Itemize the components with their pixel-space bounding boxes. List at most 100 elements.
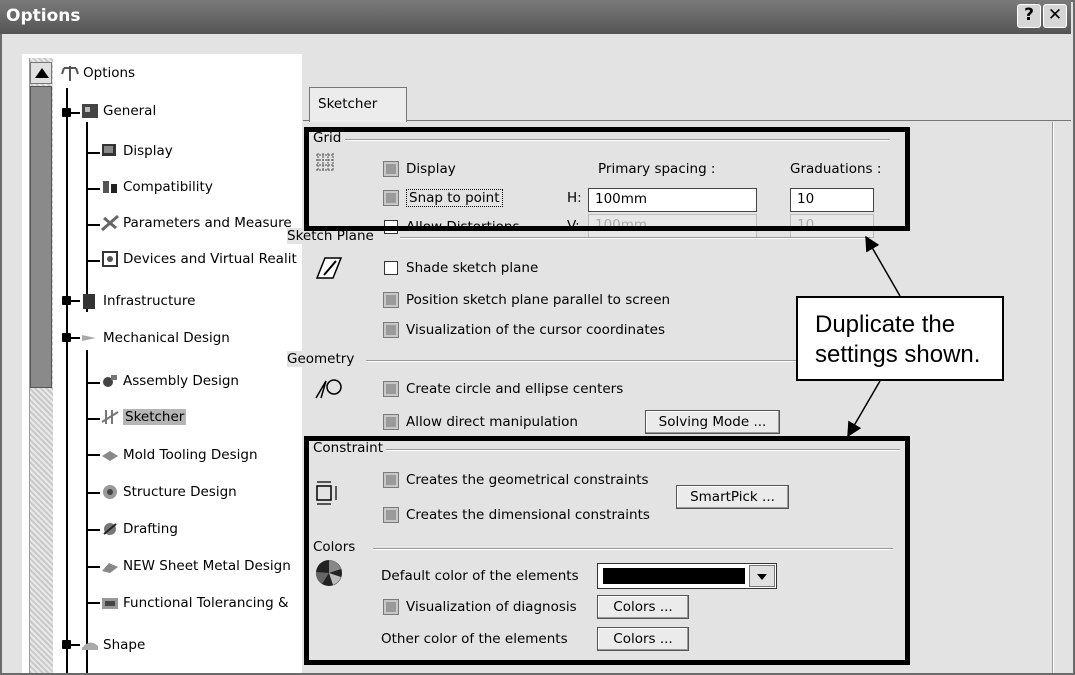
help-button[interactable]: ? xyxy=(1017,4,1041,28)
tree-view xyxy=(56,54,302,673)
sketch-plane-icon xyxy=(315,257,343,279)
tree-item-label: Compatibility xyxy=(123,179,213,195)
direct-manipulation-checkbox[interactable]: Allow direct manipulation xyxy=(383,414,578,430)
devices-icon xyxy=(102,251,118,267)
tree-item-drafting[interactable]: Drafting xyxy=(100,520,178,538)
tree-item-label: Mechanical Design xyxy=(103,330,230,346)
assembly-design-icon xyxy=(103,375,117,387)
tree-item-label: Shape xyxy=(103,637,146,653)
checkbox-box xyxy=(383,322,399,338)
tree-item-mold-tooling[interactable]: Mold Tooling Design xyxy=(100,446,258,464)
callout-note: Duplicate the settings shown. xyxy=(796,296,1004,381)
expand-general-icon[interactable] xyxy=(62,108,71,117)
tree-connector xyxy=(86,260,100,262)
checkbox-label: Create circle and ellipse centers xyxy=(406,381,624,397)
structure-design-icon xyxy=(103,485,117,499)
checkbox-label: Visualization of the cursor coordinates xyxy=(406,322,666,338)
tree-item-display[interactable]: Display xyxy=(100,142,173,160)
scroll-up-button[interactable] xyxy=(30,62,52,84)
functional-tolerancing-icon xyxy=(102,598,118,609)
mold-tooling-icon xyxy=(102,451,118,461)
geometry-icon xyxy=(315,379,342,399)
shade-sketch-plane-checkbox[interactable]: Shade sketch plane xyxy=(384,260,538,276)
scroll-thumb[interactable] xyxy=(30,86,52,388)
expand-mechanical-icon[interactable] xyxy=(62,333,71,342)
group-divider xyxy=(400,237,870,239)
geometry-group-label: Geometry xyxy=(287,351,358,367)
tree-item-functional-tolerancing[interactable]: Functional Tolerancing & xyxy=(100,594,289,612)
checkbox-box xyxy=(384,261,398,275)
tree-connector xyxy=(86,350,88,673)
callout-line-1: Duplicate the xyxy=(815,311,956,338)
tree-item-options[interactable]: Options xyxy=(60,64,135,82)
tree-item-label: Sketcher xyxy=(123,409,187,425)
checkbox-box xyxy=(383,414,399,430)
general-icon xyxy=(82,104,98,118)
callout-line-2: settings shown. xyxy=(815,341,981,368)
checkbox-box xyxy=(383,292,399,308)
tree-connector xyxy=(86,152,100,154)
tree-connector xyxy=(86,602,100,604)
tree-item-compatibility[interactable]: Compatibility xyxy=(100,178,213,196)
sketcher-icon xyxy=(101,410,119,424)
tree-connector xyxy=(86,492,100,494)
group-divider xyxy=(366,360,796,362)
tree-connector xyxy=(86,382,100,384)
tree-connector xyxy=(86,188,100,190)
tree-connector xyxy=(86,224,100,226)
circle-centers-checkbox[interactable]: Create circle and ellipse centers xyxy=(383,381,624,397)
grid-highlight-box xyxy=(304,127,910,231)
tree-item-label: Structure Design xyxy=(123,484,237,500)
tree-item-label: NEW Sheet Metal Design xyxy=(123,558,291,574)
window-title: Options xyxy=(6,6,81,26)
tree-item-label: Devices and Virtual Realit xyxy=(123,251,297,267)
tree-item-shape[interactable]: Shape xyxy=(80,636,145,654)
solving-mode-button[interactable]: Solving Mode ... xyxy=(645,410,780,434)
tree-connector xyxy=(86,529,100,531)
tree-item-label: Assembly Design xyxy=(123,373,239,389)
tree-item-assembly-design[interactable]: Assembly Design xyxy=(100,372,239,390)
tab-sketcher[interactable]: Sketcher xyxy=(309,87,407,122)
tree-item-label: Functional Tolerancing & xyxy=(123,595,289,611)
tree-connector xyxy=(86,418,100,420)
tree-item-label: Mold Tooling Design xyxy=(123,447,258,463)
tree-connector xyxy=(66,88,68,673)
tree-item-sheet-metal[interactable]: NEW Sheet Metal Design xyxy=(100,557,291,575)
checkbox-label: Position sketch plane parallel to screen xyxy=(406,292,671,308)
tree-connector xyxy=(86,122,88,312)
tree-item-label: Display xyxy=(123,143,173,159)
drafting-icon xyxy=(103,523,117,535)
panel-edge xyxy=(1052,122,1054,673)
tree-connector xyxy=(86,566,100,568)
sheet-metal-icon xyxy=(102,563,118,573)
position-parallel-checkbox[interactable]: Position sketch plane parallel to screen xyxy=(383,292,671,308)
expand-shape-icon[interactable] xyxy=(62,640,71,649)
checkbox-box xyxy=(383,381,399,397)
tree-item-structure-design[interactable]: Structure Design xyxy=(100,483,237,501)
tree-item-mechanical-design[interactable]: Mechanical Design xyxy=(80,329,230,347)
constraint-colors-highlight-box xyxy=(304,436,910,665)
display-icon xyxy=(102,144,116,156)
tree-item-label: Infrastructure xyxy=(103,293,196,309)
checkbox-label: Allow direct manipulation xyxy=(406,414,578,430)
compatibility-icon xyxy=(103,181,117,193)
expand-infrastructure-icon[interactable] xyxy=(62,296,71,305)
tree-item-sketcher[interactable]: Sketcher xyxy=(100,408,187,426)
tree-item-general[interactable]: General xyxy=(80,102,156,120)
infrastructure-icon xyxy=(83,294,95,309)
shape-icon xyxy=(82,642,98,650)
cursor-coordinates-checkbox[interactable]: Visualization of the cursor coordinates xyxy=(383,322,666,338)
close-button[interactable]: ✕ xyxy=(1043,4,1067,28)
tree-item-infrastructure[interactable]: Infrastructure xyxy=(80,292,195,310)
tree-connector xyxy=(86,454,100,456)
tree-item-label: Parameters and Measure xyxy=(123,215,292,231)
parameters-icon xyxy=(101,214,119,232)
tree-item-parameters[interactable]: Parameters and Measure xyxy=(100,214,292,232)
mechanical-design-icon xyxy=(82,335,96,341)
tree-item-devices[interactable]: Devices and Virtual Realit xyxy=(100,250,297,268)
options-tree-icon xyxy=(61,66,79,81)
tree-item-label: Drafting xyxy=(123,521,178,537)
checkbox-label: Shade sketch plane xyxy=(406,260,539,276)
tree-item-label: Options xyxy=(83,65,136,81)
tree-item-label: General xyxy=(103,103,157,119)
